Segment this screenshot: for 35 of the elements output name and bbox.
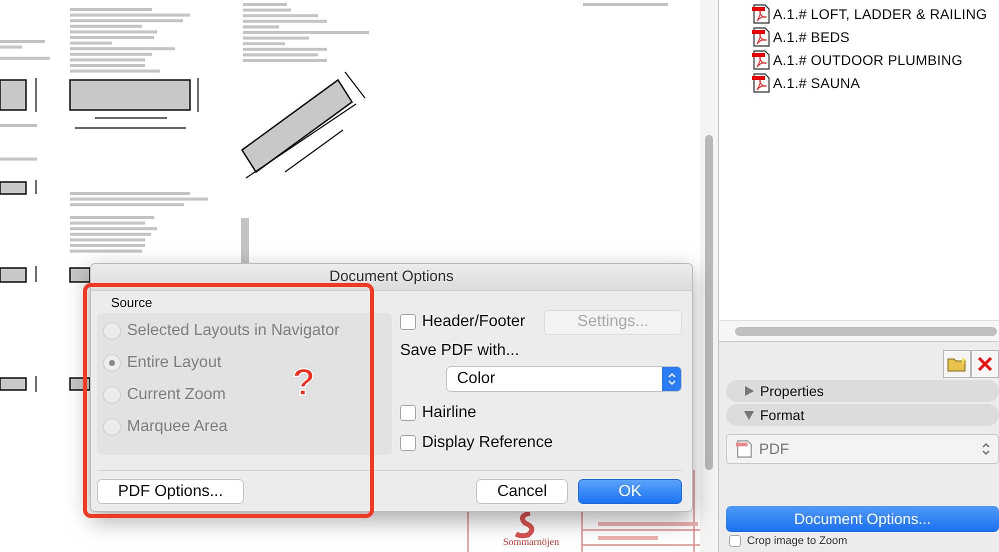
- delete-icon: [977, 356, 993, 372]
- delete-button[interactable]: [971, 350, 999, 378]
- pdf-file-icon: [751, 50, 771, 70]
- option-checkbox[interactable]: Display Reference: [400, 428, 682, 458]
- scrollbar-thumb[interactable]: [705, 135, 713, 470]
- pdf-file-icon: [735, 440, 753, 458]
- header-footer-checkbox[interactable]: Header/Footer: [400, 307, 526, 337]
- stepper-icon: [668, 372, 676, 386]
- pdf-options-button[interactable]: PDF Options...: [97, 479, 244, 504]
- folder-icon: [947, 356, 967, 372]
- collapse-triangle-icon: [744, 410, 754, 420]
- crop-checkbox[interactable]: Crop image to Zoom: [726, 535, 999, 547]
- title-block-text: Sommarnöjen: [503, 537, 560, 548]
- format-select[interactable]: PDF: [726, 434, 999, 464]
- new-folder-button[interactable]: [943, 350, 971, 378]
- section-header[interactable]: Format: [726, 404, 999, 426]
- dialog-title: Document Options: [91, 264, 692, 291]
- navigator-item[interactable]: A.1.# LOFT, LADDER & RAILING: [751, 2, 999, 25]
- navigator-item[interactable]: A.1.# BEDS: [751, 25, 999, 48]
- option-checkbox[interactable]: Hairline: [400, 398, 682, 428]
- pdf-file-icon: [751, 72, 771, 92]
- cancel-button[interactable]: Cancel: [476, 479, 568, 504]
- document-options-button[interactable]: Document Options...: [726, 506, 999, 532]
- question-mark: ?: [292, 364, 316, 402]
- scrollbar-thumb[interactable]: [735, 326, 997, 336]
- stepper-icon: [982, 442, 990, 456]
- group-label: Source: [110, 295, 154, 312]
- pdf-file-icon: [751, 4, 771, 24]
- section-header[interactable]: Properties: [726, 380, 999, 402]
- navigator-item[interactable]: A.1.# OUTDOOR PLUMBING: [751, 48, 999, 71]
- navigator-item[interactable]: A.1.# SAUNA: [751, 71, 999, 94]
- field-label: Save PDF with...: [400, 342, 520, 360]
- expand-triangle-icon: [744, 386, 754, 396]
- color-mode-select[interactable]: Color: [446, 366, 682, 392]
- pdf-file-icon: [751, 26, 771, 46]
